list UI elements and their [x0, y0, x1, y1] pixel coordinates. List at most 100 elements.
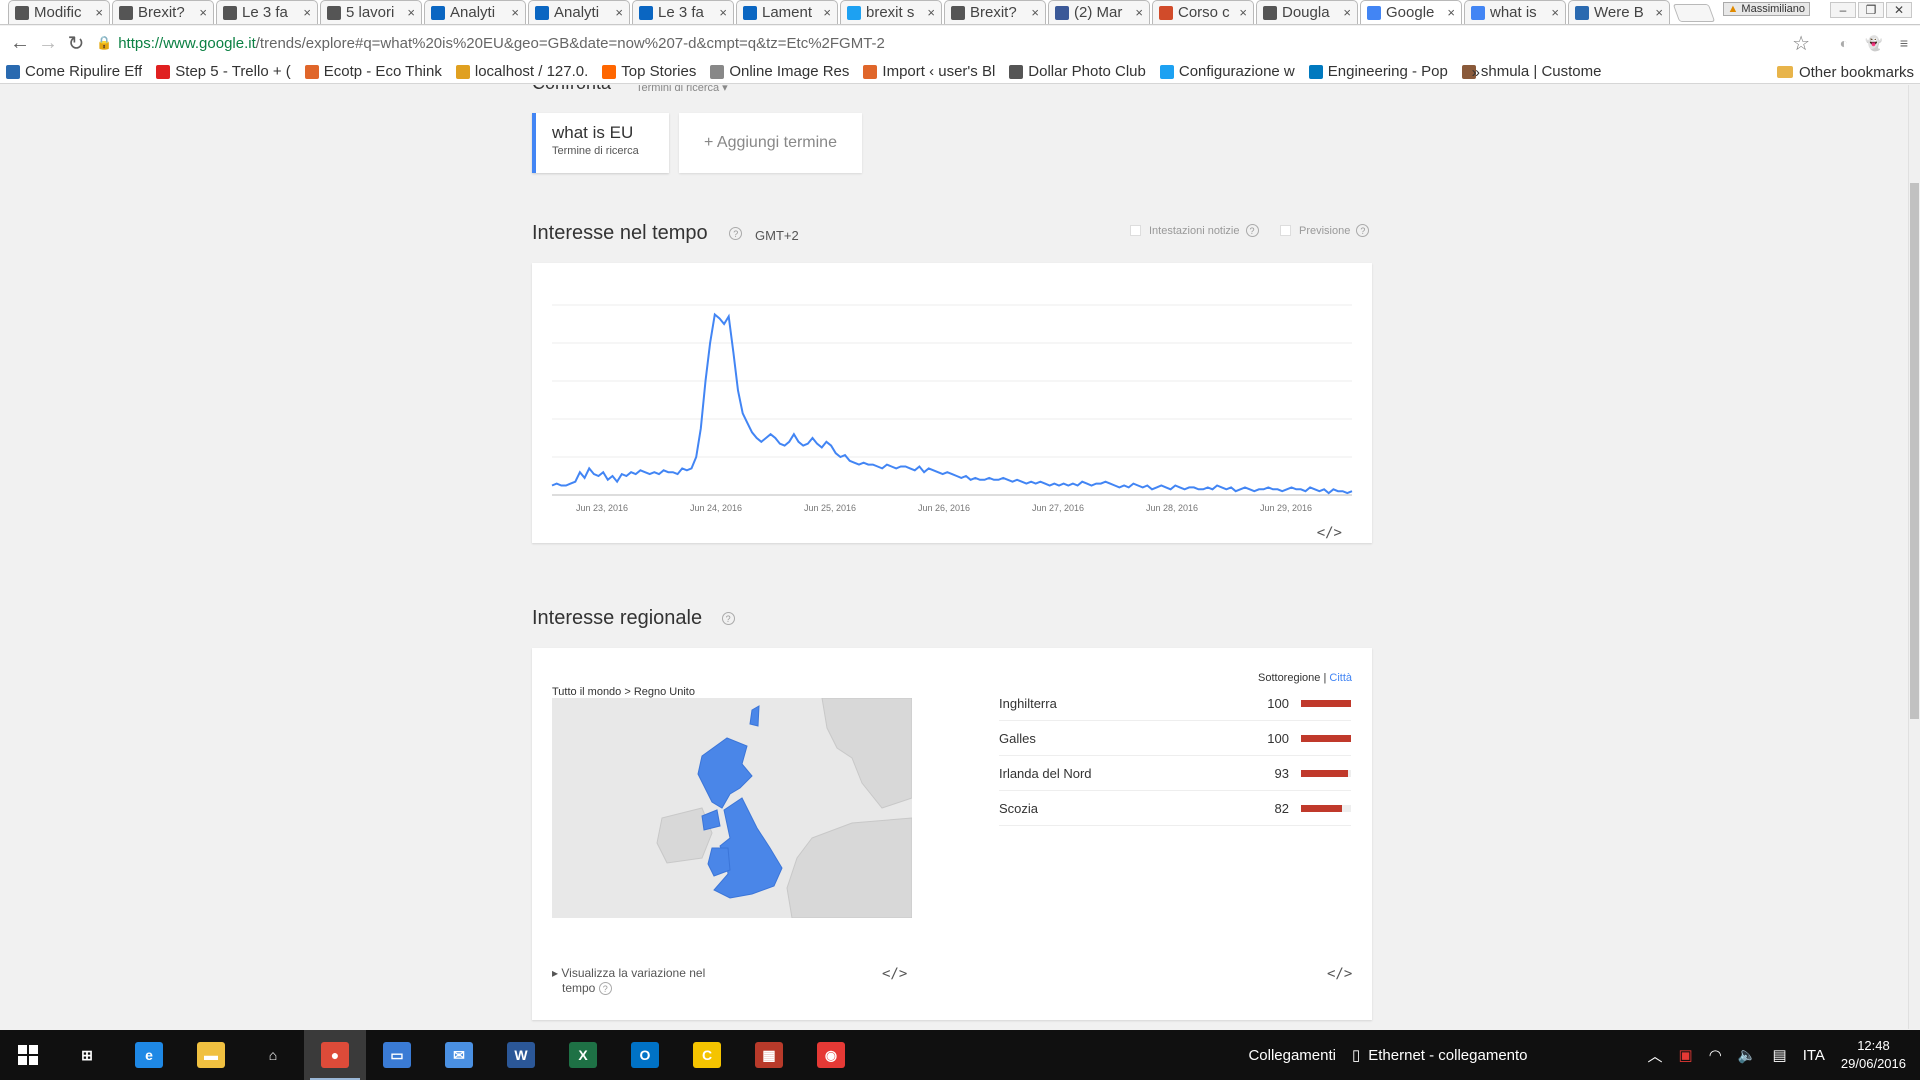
- address-bar[interactable]: 🔒 https://www.google.it /trends/explore#…: [96, 31, 1786, 55]
- help-icon[interactable]: ?: [598, 982, 612, 996]
- browser-tab[interactable]: 5 lavori ×: [320, 0, 422, 24]
- tab-close-icon[interactable]: ×: [1343, 5, 1351, 20]
- region-row[interactable]: Galles 100: [999, 721, 1351, 756]
- tab-close-icon[interactable]: ×: [303, 5, 311, 20]
- news-headlines-checkbox[interactable]: Intestazioni notizie ?: [1130, 224, 1259, 237]
- bookmark-item[interactable]: Step 5 - Trello + (: [156, 63, 291, 80]
- tab-close-icon[interactable]: ×: [1655, 5, 1663, 20]
- taskbar-app[interactable]: ▬: [180, 1030, 242, 1080]
- browser-tab[interactable]: Brexit? ×: [944, 0, 1046, 24]
- tab-close-icon[interactable]: ×: [927, 5, 935, 20]
- embed-map-button[interactable]: </>: [882, 966, 907, 982]
- bookmark-item[interactable]: Engineering - Pop: [1308, 63, 1448, 80]
- start-button[interactable]: [0, 1030, 56, 1080]
- bookmark-item[interactable]: localhost / 127.0.: [455, 63, 588, 80]
- subregion-toggle[interactable]: Sottoregione: [1258, 672, 1320, 684]
- taskbar-app[interactable]: ⊞: [56, 1030, 118, 1080]
- region-map[interactable]: [552, 698, 912, 918]
- show-hidden-icons-button[interactable]: ︿: [1648, 1045, 1663, 1066]
- browser-tab[interactable]: Le 3 fa ×: [216, 0, 318, 24]
- tab-close-icon[interactable]: ×: [511, 5, 519, 20]
- restore-button[interactable]: ❐: [1858, 2, 1884, 18]
- browser-tab[interactable]: Lament ×: [736, 0, 838, 24]
- reload-button[interactable]: ↻: [62, 29, 90, 57]
- taskbar-app[interactable]: O: [614, 1030, 676, 1080]
- browser-tab[interactable]: Dougla ×: [1256, 0, 1358, 24]
- browser-tab[interactable]: Brexit? ×: [112, 0, 214, 24]
- bookmark-item[interactable]: shmula | Custome: [1461, 63, 1601, 80]
- profile-badge[interactable]: ▲ Massimiliano: [1722, 2, 1810, 16]
- embed-code-button[interactable]: </>: [1317, 525, 1342, 541]
- taskbar-app[interactable]: ◉: [800, 1030, 862, 1080]
- help-icon[interactable]: ?: [1245, 224, 1259, 237]
- extension-icon[interactable]: ◐: [1834, 33, 1854, 53]
- city-toggle[interactable]: Città: [1329, 672, 1352, 684]
- tab-close-icon[interactable]: ×: [407, 5, 415, 20]
- input-language[interactable]: ITA: [1803, 1047, 1825, 1064]
- geo-breadcrumb[interactable]: Tutto il mondo > Regno Unito: [552, 686, 695, 698]
- browser-tab[interactable]: Analyti ×: [528, 0, 630, 24]
- bookmark-item[interactable]: Top Stories: [602, 63, 696, 80]
- bookmarks-overflow-button[interactable]: »: [1472, 64, 1480, 81]
- links-toolbar[interactable]: Collegamenti: [1248, 1047, 1336, 1064]
- taskbar-app[interactable]: W: [490, 1030, 552, 1080]
- new-tab-button[interactable]: [1672, 4, 1716, 22]
- taskbar-app[interactable]: e: [118, 1030, 180, 1080]
- tab-close-icon[interactable]: ×: [1135, 5, 1143, 20]
- clock[interactable]: 12:48 29/06/2016: [1841, 1037, 1906, 1073]
- bookmark-item[interactable]: Come Ripulire Eff: [6, 63, 142, 80]
- bookmark-item[interactable]: Import ‹ user's Bl: [863, 63, 995, 80]
- ghostery-icon[interactable]: 👻: [1864, 33, 1884, 53]
- bookmark-item[interactable]: Ecotp - Eco Think: [304, 63, 442, 80]
- bookmark-item[interactable]: Dollar Photo Club: [1009, 63, 1146, 80]
- series-line[interactable]: [551, 312, 1353, 495]
- tab-close-icon[interactable]: ×: [95, 5, 103, 20]
- taskbar-app[interactable]: C: [676, 1030, 738, 1080]
- tab-close-icon[interactable]: ×: [1031, 5, 1039, 20]
- minimize-button[interactable]: ‒: [1830, 2, 1856, 18]
- help-icon[interactable]: ?: [1356, 224, 1370, 237]
- region-row[interactable]: Irlanda del Nord 93: [999, 756, 1351, 791]
- taskbar-app[interactable]: ⌂: [242, 1030, 304, 1080]
- browser-tab[interactable]: Le 3 fa ×: [632, 0, 734, 24]
- network-error-icon[interactable]: ▣: [1679, 1046, 1693, 1064]
- taskbar-app[interactable]: ✉: [428, 1030, 490, 1080]
- other-bookmarks-button[interactable]: Other bookmarks: [1776, 64, 1914, 81]
- taskbar-app[interactable]: ▭: [366, 1030, 428, 1080]
- tab-close-icon[interactable]: ×: [719, 5, 727, 20]
- forward-button[interactable]: →: [34, 29, 62, 57]
- tab-close-icon[interactable]: ×: [199, 5, 207, 20]
- browser-tab[interactable]: Were B ×: [1568, 0, 1670, 24]
- tab-close-icon[interactable]: ×: [615, 5, 623, 20]
- close-window-button[interactable]: ✕: [1886, 2, 1912, 18]
- bookmark-item[interactable]: Online Image Res: [710, 63, 849, 80]
- browser-tab[interactable]: Modific ×: [8, 0, 110, 24]
- action-center-icon[interactable]: ▤: [1773, 1046, 1787, 1064]
- tab-close-icon[interactable]: ×: [1447, 5, 1455, 20]
- browser-tab[interactable]: brexit s ×: [840, 0, 942, 24]
- page-scrollbar[interactable]: [1908, 85, 1920, 1029]
- tab-close-icon[interactable]: ×: [1239, 5, 1247, 20]
- search-term-card[interactable]: what is EU Termine di ricerca: [532, 113, 669, 173]
- region-row[interactable]: Scozia 82: [999, 791, 1351, 826]
- help-icon[interactable]: ?: [721, 612, 735, 626]
- back-button[interactable]: ←: [6, 29, 34, 57]
- volume-icon[interactable]: 🔈: [1738, 1046, 1757, 1064]
- taskbar-app[interactable]: ●: [304, 1030, 366, 1080]
- embed-list-button[interactable]: </>: [1327, 966, 1352, 982]
- browser-tab[interactable]: (2) Mar ×: [1048, 0, 1150, 24]
- menu-icon[interactable]: ≡: [1894, 33, 1914, 53]
- compare-dropdown[interactable]: Termini di ricerca ▾: [636, 85, 728, 94]
- show-variation-link[interactable]: ▸ Visualizza la variazione nel tempo ?: [552, 966, 705, 996]
- region-row[interactable]: Inghilterra 100: [999, 686, 1351, 721]
- network-status[interactable]: Ethernet - collegamento: [1368, 1047, 1527, 1064]
- taskbar-app[interactable]: X: [552, 1030, 614, 1080]
- forecast-checkbox[interactable]: Previsione ?: [1280, 224, 1370, 237]
- tab-close-icon[interactable]: ×: [1551, 5, 1559, 20]
- scrollbar-thumb[interactable]: [1910, 183, 1919, 719]
- taskbar-app[interactable]: ▦: [738, 1030, 800, 1080]
- bookmark-item[interactable]: Configurazione w: [1159, 63, 1295, 80]
- browser-tab[interactable]: Corso c ×: [1152, 0, 1254, 24]
- bookmark-star-icon[interactable]: ☆: [1792, 31, 1810, 56]
- add-term-button[interactable]: + Aggiungi termine: [679, 113, 862, 173]
